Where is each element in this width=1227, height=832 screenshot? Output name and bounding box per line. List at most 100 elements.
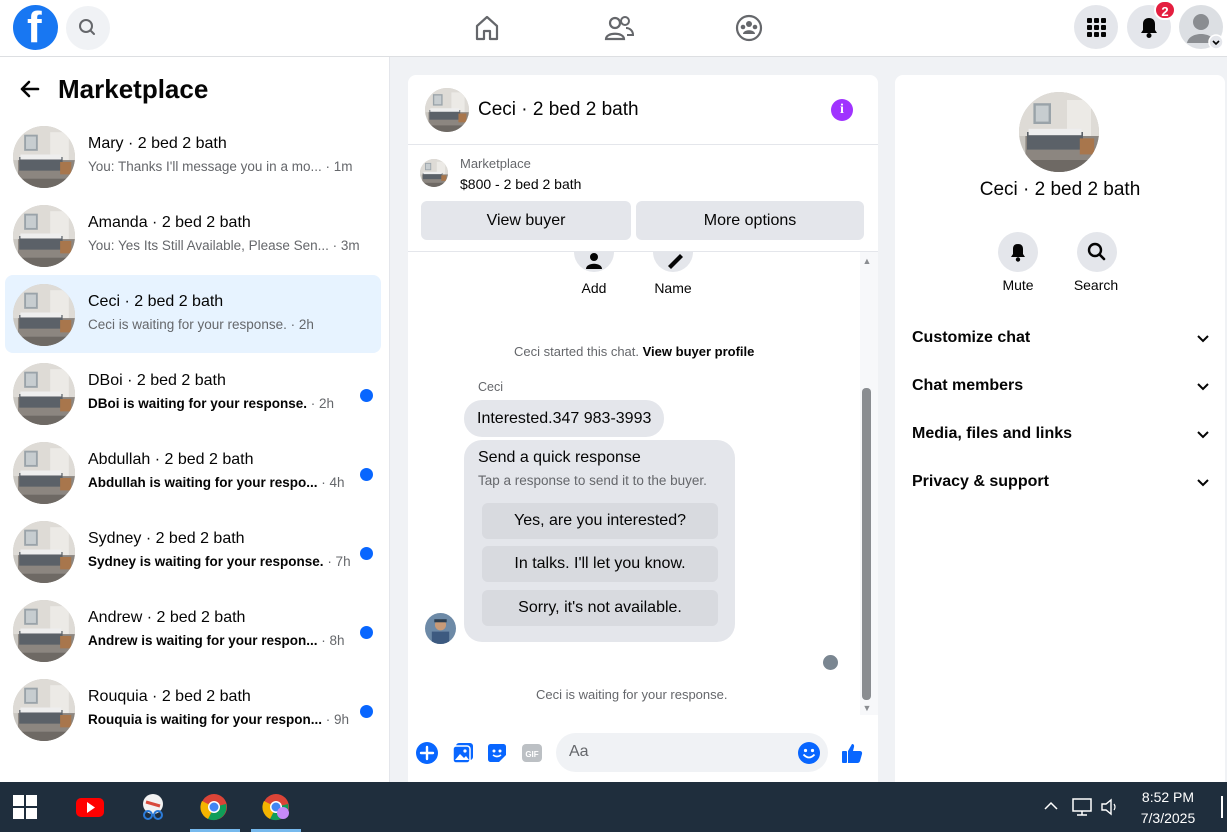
edit-name-button[interactable]: [653, 252, 693, 272]
preview-text: You: Thanks I'll message you in a mo...: [88, 159, 322, 174]
conversation-item[interactable]: DBoi · 2 bed 2 bath DBoi is waiting for y…: [5, 354, 381, 432]
chrome-icon[interactable]: [199, 792, 229, 822]
mute-button[interactable]: [998, 232, 1038, 272]
scrollbar-thumb[interactable]: [862, 388, 871, 700]
system-clock[interactable]: 8:52 PM 7/3/2025: [1128, 787, 1208, 829]
chat-title[interactable]: Ceci · 2 bed 2 bath: [478, 99, 639, 121]
info-icon[interactable]: i: [831, 99, 853, 121]
conversation-preview: You: Yes Its Still Available, Please Sen…: [88, 238, 360, 253]
show-desktop-button[interactable]: [1221, 796, 1227, 818]
chevron-up-icon[interactable]: [1043, 800, 1059, 812]
conversation-item[interactable]: Amanda · 2 bed 2 bath You: Yes Its Still …: [5, 196, 381, 274]
quick-response-title: Send a quick response: [478, 449, 641, 466]
conversation-preview: Sydney is waiting for your response. · 7…: [88, 554, 351, 569]
conversation-item[interactable]: Andrew · 2 bed 2 bath Andrew is waiting f…: [5, 591, 381, 669]
chevron-down-icon: [1197, 479, 1209, 487]
conversation-list-panel: Marketplace Mary · 2 bed 2 bath You: Than…: [0, 57, 390, 782]
page-title: Marketplace: [58, 73, 209, 104]
quick-response-card: Send a quick response Tap a response to …: [464, 440, 735, 642]
conversation-avatar: [13, 442, 75, 504]
chat-avatar[interactable]: [425, 88, 469, 132]
quick-reply-button[interactable]: Sorry, it's not available.: [482, 590, 718, 626]
scroll-up-arrow[interactable]: ▲: [861, 256, 873, 266]
network-icon[interactable]: [1071, 797, 1093, 817]
thumbs-up-icon[interactable]: [840, 741, 864, 765]
pencil-icon: [668, 254, 683, 269]
snipping-tool-icon[interactable]: [138, 792, 168, 822]
view-buyer-button[interactable]: View buyer: [421, 201, 631, 240]
view-buyer-profile-link[interactable]: View buyer profile: [643, 344, 755, 359]
conversation-name: Abdullah · 2 bed 2 bath: [88, 451, 254, 468]
preview-time: · 1m: [321, 159, 353, 174]
conversation-item[interactable]: Ceci · 2 bed 2 bath Ceci is waiting for y…: [5, 275, 381, 353]
conversation-item[interactable]: Rouquia · 2 bed 2 bath Rouquia is waiting…: [5, 670, 381, 748]
customize-chat-section[interactable]: Customize chat: [912, 323, 1212, 353]
message-composer: GIF Aa: [408, 723, 878, 782]
friends-icon[interactable]: [603, 12, 635, 44]
chat-panel: Ceci · 2 bed 2 bath i Marketplace $800 -…: [408, 75, 878, 782]
marketplace-label: Marketplace: [460, 156, 531, 171]
bell-icon: [1011, 244, 1025, 262]
gif-icon[interactable]: GIF: [520, 741, 544, 765]
chat-started-notice: Ceci started this chat. View buyer profi…: [514, 344, 754, 359]
conversation-name: Sydney · 2 bed 2 bath: [88, 530, 245, 547]
preview-time: · 2h: [307, 396, 335, 411]
media-files-links-section[interactable]: Media, files and links: [912, 419, 1212, 449]
conversation-name: Amanda · 2 bed 2 bath: [88, 214, 251, 231]
account-button[interactable]: [1179, 5, 1223, 49]
listing-summary[interactable]: $800 - 2 bed 2 bath: [460, 176, 581, 192]
youtube-icon[interactable]: [75, 792, 105, 822]
conversation-preview: Andrew is waiting for your respon... · 8…: [88, 633, 345, 648]
groups-icon[interactable]: [733, 12, 765, 44]
message-input[interactable]: Aa: [556, 733, 828, 772]
details-title: Ceci · 2 bed 2 bath: [979, 179, 1141, 200]
privacy-support-section[interactable]: Privacy & support: [912, 467, 1212, 497]
add-label: Add: [581, 280, 607, 296]
top-navigation-bar: f 2: [0, 0, 1227, 57]
details-avatar[interactable]: [1019, 92, 1099, 172]
menu-button[interactable]: [1074, 5, 1118, 49]
add-member-button[interactable]: [574, 252, 614, 272]
section-label: Media, files and links: [912, 425, 1073, 442]
unread-indicator: [360, 626, 373, 639]
plus-circle-icon[interactable]: [415, 741, 439, 765]
sticker-icon[interactable]: [485, 741, 509, 765]
photo-icon[interactable]: [451, 741, 475, 765]
unread-indicator: [360, 468, 373, 481]
volume-icon[interactable]: [1099, 797, 1121, 817]
conversation-item[interactable]: Sydney · 2 bed 2 bath Sydney is waiting f…: [5, 512, 381, 590]
back-arrow-icon[interactable]: [18, 77, 42, 101]
chrome-profile-icon[interactable]: [261, 792, 291, 822]
windows-start-icon[interactable]: [12, 794, 38, 820]
section-label: Chat members: [912, 377, 1024, 394]
quick-reply-button[interactable]: In talks. I'll let you know.: [482, 546, 718, 582]
conversation-avatar: [13, 600, 75, 662]
message-input-placeholder: Aa: [569, 743, 589, 760]
chat-started-text: Ceci started this chat.: [514, 344, 643, 359]
preview-text: Sydney is waiting for your response.: [88, 554, 324, 569]
conversation-preview: Rouquia is waiting for your respon... · …: [88, 712, 349, 727]
unread-indicator: [360, 547, 373, 560]
conversation-preview: Ceci is waiting for your response. · 2h: [88, 317, 314, 332]
svg-text:GIF: GIF: [525, 750, 538, 759]
search-icon: [79, 19, 95, 35]
emoji-icon[interactable]: [797, 741, 821, 765]
conversation-item[interactable]: Abdullah · 2 bed 2 bath Abdullah is waiti…: [5, 433, 381, 511]
quick-response-subtitle: Tap a response to send it to the buyer.: [478, 473, 707, 488]
scroll-down-arrow[interactable]: ▼: [861, 703, 873, 713]
unread-indicator: [360, 389, 373, 402]
preview-time: · 8h: [317, 633, 345, 648]
message-bubble[interactable]: Interested.347 983-3993: [464, 400, 665, 437]
chat-header: Ceci · 2 bed 2 bath i: [408, 75, 878, 145]
chat-members-section[interactable]: Chat members: [912, 371, 1212, 401]
conversation-avatar: [13, 521, 75, 583]
facebook-logo[interactable]: f: [13, 3, 58, 52]
conversation-item[interactable]: Mary · 2 bed 2 bath You: Thanks I'll mess…: [5, 117, 381, 195]
home-icon[interactable]: [471, 12, 503, 44]
search-button[interactable]: [66, 6, 110, 50]
more-options-button[interactable]: More options: [636, 201, 864, 240]
quick-reply-button[interactable]: Yes, are you interested?: [482, 503, 718, 539]
search-icon: [1087, 242, 1106, 261]
search-in-chat-button[interactable]: [1077, 232, 1117, 272]
unread-indicator: [360, 705, 373, 718]
